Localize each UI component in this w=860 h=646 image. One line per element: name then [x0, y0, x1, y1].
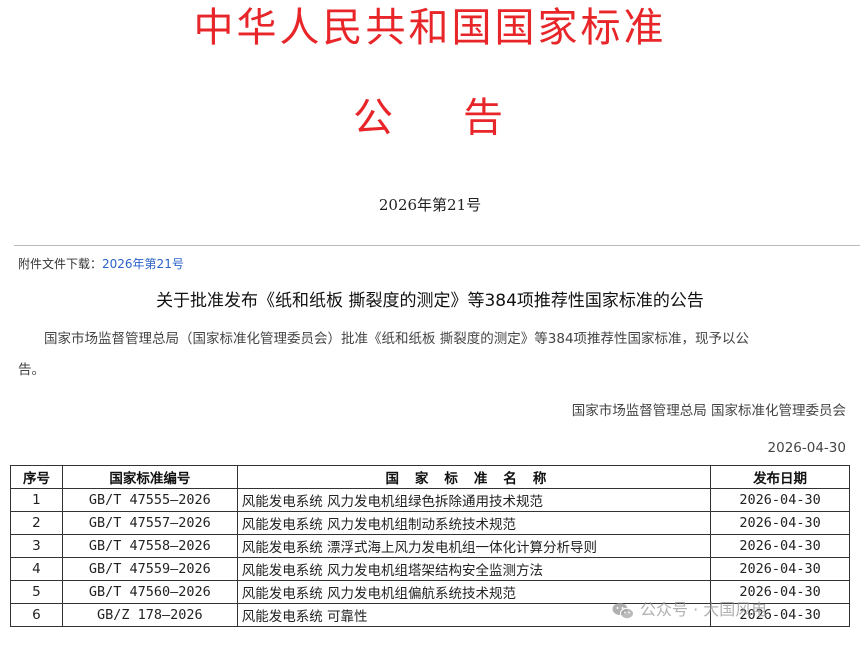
row-serial: 4	[10, 557, 63, 581]
header-name: 国家标准名称	[236, 465, 712, 489]
row-serial: 5	[10, 580, 63, 604]
standard-title: 中华人民共和国国家标准	[193, 5, 667, 51]
row-date: 2026-04-30	[710, 488, 850, 512]
row-code: GB/T 47555—2026	[61, 488, 238, 512]
row-code: GB/T 47557—2026	[61, 511, 238, 535]
table-header-row: 序号 国家标准编号 国家标准名称 发布日期	[10, 465, 850, 489]
table-row: 3 GB/T 47558—2026 风能发电系统 漂浮式海上风力发电机组一体化计…	[10, 534, 850, 558]
wechat-icon	[612, 602, 634, 620]
header-serial: 序号	[10, 465, 63, 489]
issue-number: 2026年第21号	[378, 196, 482, 214]
notice-heading: 公告	[353, 95, 573, 141]
header-code: 国家标准编号	[61, 465, 238, 489]
attachment-link[interactable]: 2026年第21号	[102, 257, 184, 271]
row-name: 风能发电系统 漂浮式海上风力发电机组一体化计算分析导则	[236, 534, 712, 558]
attachment-row: 附件文件下载：2026年第21号	[18, 255, 184, 272]
announcement-date: 2026-04-30	[767, 440, 846, 456]
announcement-headline: 关于批准发布《纸和纸板 撕裂度的测定》等384项推荐性国家标准的公告	[156, 291, 704, 311]
divider	[14, 245, 860, 255]
row-serial: 3	[10, 534, 63, 558]
row-code: GB/Z 178—2026	[61, 603, 238, 627]
watermark: 公众号 · 大国风电	[612, 596, 767, 620]
table-row: 4 GB/T 47559—2026 风能发电系统 风力发电机组塔架结构安全监测方…	[10, 557, 850, 581]
header-date: 发布日期	[710, 465, 850, 489]
row-code: GB/T 47558—2026	[61, 534, 238, 558]
row-code: GB/T 47559—2026	[61, 557, 238, 581]
row-serial: 2	[10, 511, 63, 535]
announcement-paragraph-line1: 国家市场监督管理总局（国家标准化管理委员会）批准《纸和纸板 撕裂度的测定》等38…	[44, 331, 750, 347]
attachment-label: 附件文件下载：	[18, 257, 103, 271]
announcement-paragraph-line2: 告。	[18, 362, 45, 378]
row-name: 风能发电系统 风力发电机组制动系统技术规范	[236, 511, 712, 535]
watermark-text: 公众号 · 大国风电	[640, 600, 768, 619]
issuer-signature: 国家市场监督管理总局 国家标准化管理委员会	[571, 403, 846, 419]
row-name: 风能发电系统 风力发电机组绿色拆除通用技术规范	[236, 488, 712, 512]
table-row: 2 GB/T 47557—2026 风能发电系统 风力发电机组制动系统技术规范 …	[10, 511, 850, 535]
row-serial: 1	[10, 488, 63, 512]
row-code: GB/T 47560—2026	[61, 580, 238, 604]
row-date: 2026-04-30	[710, 557, 850, 581]
row-serial: 6	[10, 603, 63, 627]
table-row: 1 GB/T 47555—2026 风能发电系统 风力发电机组绿色拆除通用技术规…	[10, 488, 850, 512]
row-date: 2026-04-30	[710, 511, 850, 535]
row-name: 风能发电系统 风力发电机组塔架结构安全监测方法	[236, 557, 712, 581]
row-date: 2026-04-30	[710, 534, 850, 558]
